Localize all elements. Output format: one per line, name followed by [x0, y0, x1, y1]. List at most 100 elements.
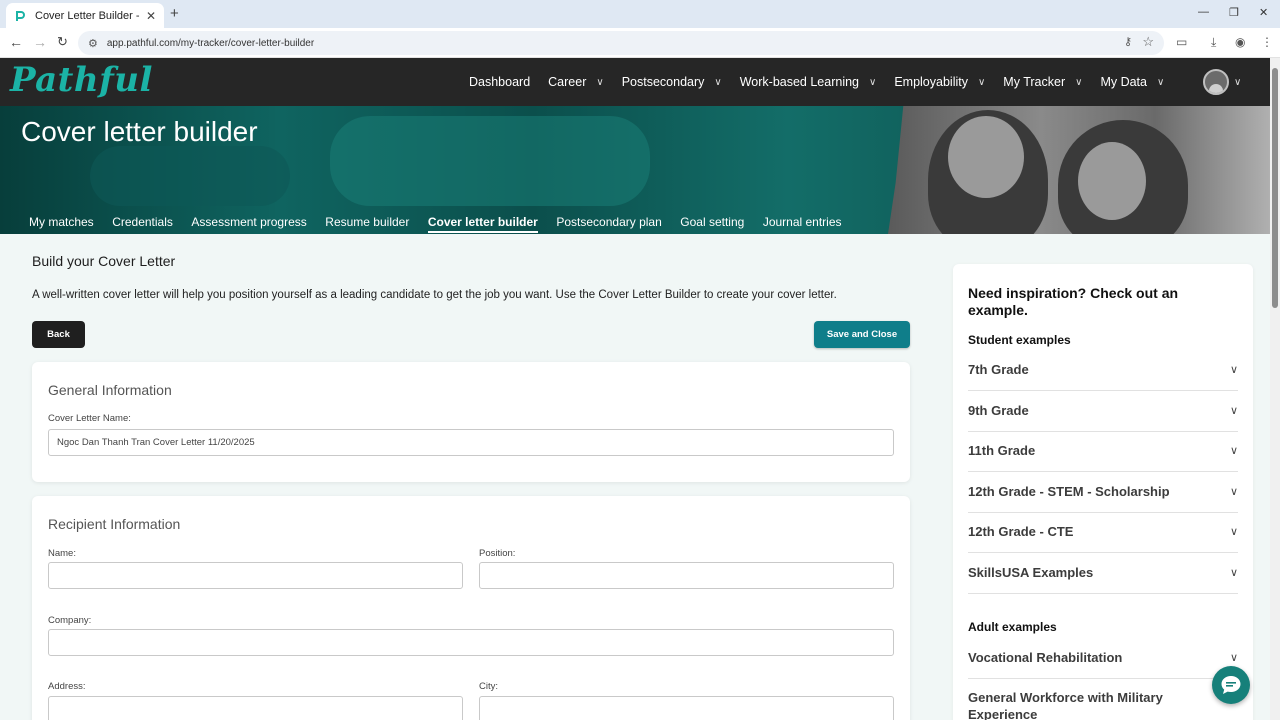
browser-tab[interactable]: Cover Letter Builder - Pathful ✕: [6, 3, 164, 28]
accordion-label: 7th Grade: [968, 362, 1029, 377]
recipient-name-input[interactable]: [48, 562, 463, 589]
subnav-my-matches[interactable]: My matches: [29, 215, 94, 233]
chat-button[interactable]: [1212, 666, 1250, 704]
nav-label: Postsecondary: [621, 75, 705, 89]
chevron-down-icon: ∨: [977, 76, 986, 88]
subnav: My matches Credentials Assessment progre…: [29, 215, 860, 233]
chevron-down-icon: ∨: [869, 76, 877, 88]
hero-banner: Cover letter builder My matches Credenti…: [0, 106, 1270, 234]
subnav-resume-builder[interactable]: Resume builder: [325, 215, 409, 233]
restore-icon[interactable]: ❐: [1229, 6, 1239, 19]
browser-tabstrip: Cover Letter Builder - Pathful ✕ + — ❐ ✕: [0, 0, 1280, 28]
recipient-name-label: Name:: [48, 548, 76, 559]
cover-letter-name-label: Cover Letter Name:: [48, 413, 131, 424]
chat-bubble-icon: [1221, 676, 1241, 694]
chevron-down-icon: ∨: [1229, 652, 1238, 664]
adult-examples-heading: Adult examples: [968, 620, 1057, 634]
accordion-9th-grade[interactable]: 9th Grade ∨: [968, 402, 1238, 432]
back-button[interactable]: Back: [32, 321, 85, 348]
address-bar[interactable]: ⚙ app.pathful.com/my-tracker/cover-lette…: [78, 31, 1164, 55]
card-heading: General Information: [48, 382, 172, 398]
password-key-icon[interactable]: ⚷: [1124, 35, 1132, 48]
accordion-7th-grade[interactable]: 7th Grade ∨: [968, 361, 1238, 391]
accordion-label: 9th Grade: [968, 403, 1029, 418]
profile-icon[interactable]: ◉: [1235, 35, 1245, 49]
subnav-journal-entries[interactable]: Journal entries: [763, 215, 842, 233]
address-label: Address:: [48, 681, 86, 692]
forward-arrow-icon[interactable]: →: [33, 34, 47, 50]
back-arrow-icon[interactable]: ←: [9, 34, 23, 50]
subnav-cover-letter-builder[interactable]: Cover letter builder: [427, 215, 538, 233]
position-input[interactable]: [479, 562, 894, 589]
new-tab-icon[interactable]: +: [170, 5, 179, 22]
site-info-icon[interactable]: ⚙: [88, 37, 98, 50]
subnav-goal-setting[interactable]: Goal setting: [680, 215, 744, 233]
city-label: City:: [479, 681, 498, 692]
section-heading: Build your Cover Letter: [32, 253, 176, 269]
chevron-down-icon: ∨: [1229, 526, 1238, 538]
close-tab-icon[interactable]: ✕: [146, 9, 156, 23]
recipient-information-card: Recipient Information Name: Position: Co…: [32, 496, 910, 720]
pathful-logo[interactable]: Pathful: [10, 60, 153, 100]
chevron-down-icon: ∨: [1229, 486, 1238, 498]
accordion-11th-grade[interactable]: 11th Grade ∨: [968, 442, 1238, 472]
accordion-12th-grade-stem[interactable]: 12th Grade - STEM - Scholarship ∨: [968, 483, 1238, 513]
nav-work-based-learning[interactable]: Work-based Learning ∨: [740, 75, 877, 89]
intro-text: A well-written cover letter will help yo…: [32, 289, 837, 301]
browser-toolbar: ← → ↻ ⚙ app.pathful.com/my-tracker/cover…: [0, 28, 1280, 58]
avatar-icon: [1203, 69, 1229, 95]
subnav-postsecondary-plan[interactable]: Postsecondary plan: [556, 215, 661, 233]
cast-icon[interactable]: ▭: [1176, 35, 1187, 49]
chevron-down-icon: ∨: [1234, 76, 1242, 88]
nav-label: Career: [548, 75, 587, 89]
chevron-down-icon: ∨: [1075, 76, 1083, 88]
cover-letter-name-input[interactable]: [48, 429, 894, 456]
scrollbar-thumb[interactable]: [1272, 68, 1278, 308]
reload-icon[interactable]: ↻: [57, 34, 68, 50]
nav-employability[interactable]: Employability ∨: [894, 75, 985, 89]
chevron-down-icon: ∨: [1229, 567, 1238, 579]
subnav-assessment-progress[interactable]: Assessment progress: [191, 215, 306, 233]
page-title: Cover letter builder: [21, 116, 258, 147]
download-icon[interactable]: ⤓: [1211, 35, 1216, 50]
company-input[interactable]: [48, 629, 894, 656]
save-and-close-button[interactable]: Save and Close: [814, 321, 910, 348]
menu-kebab-icon[interactable]: ⋮: [1261, 35, 1273, 49]
bookmark-star-icon[interactable]: ☆: [1142, 34, 1154, 50]
accordion-12th-grade-cte[interactable]: 12th Grade - CTE ∨: [968, 523, 1238, 553]
subnav-credentials[interactable]: Credentials: [112, 215, 173, 233]
nav-postsecondary[interactable]: Postsecondary ∨: [622, 75, 722, 89]
user-menu[interactable]: ∨: [1203, 69, 1241, 95]
accordion-label: 12th Grade - STEM - Scholarship: [968, 484, 1170, 499]
student-examples-heading: Student examples: [968, 333, 1071, 347]
address-input[interactable]: [48, 696, 463, 720]
chevron-down-icon: ∨: [1156, 76, 1165, 88]
nav-my-tracker[interactable]: My Tracker ∨: [1003, 75, 1082, 89]
tab-title: Cover Letter Builder - Pathful: [35, 9, 142, 22]
accordion-general-workforce[interactable]: General Workforce with Military Experien…: [968, 689, 1238, 720]
position-label: Position:: [479, 548, 516, 559]
site-header: Pathful Dashboard Career ∨ Postsecondary ∨…: [0, 58, 1270, 106]
inspiration-panel: Need inspiration? Check out an example. …: [953, 264, 1253, 720]
accordion-label: General Workforce with Military Experien…: [968, 690, 1163, 720]
nav-label: My Tracker: [1003, 75, 1066, 89]
city-input[interactable]: [479, 696, 894, 720]
company-label: Company:: [48, 615, 92, 626]
hero-photo: [888, 106, 1270, 234]
page-scrollbar[interactable]: [1270, 58, 1280, 720]
accordion-label: 12th Grade - CTE: [968, 524, 1074, 539]
panel-heading: Need inspiration? Check out an example.: [968, 285, 1179, 318]
close-window-icon[interactable]: ✕: [1259, 6, 1268, 19]
chevron-down-icon: ∨: [596, 76, 604, 88]
nav-label: Employability: [894, 75, 968, 89]
card-heading: Recipient Information: [48, 516, 181, 532]
minimize-icon[interactable]: —: [1198, 6, 1209, 18]
nav-dashboard[interactable]: Dashboard: [469, 75, 530, 89]
accordion-skillsusa[interactable]: SkillsUSA Examples ∨: [968, 564, 1238, 594]
nav-my-data[interactable]: My Data ∨: [1100, 75, 1164, 89]
accordion-label: 11th Grade: [968, 443, 1036, 458]
nav-label: My Data: [1100, 75, 1147, 89]
accordion-vocational-rehabilitation[interactable]: Vocational Rehabilitation ∨: [968, 649, 1238, 679]
main-nav: Dashboard Career ∨ Postsecondary ∨ Work-ba…: [469, 58, 1182, 106]
nav-career[interactable]: Career ∨: [548, 75, 604, 89]
